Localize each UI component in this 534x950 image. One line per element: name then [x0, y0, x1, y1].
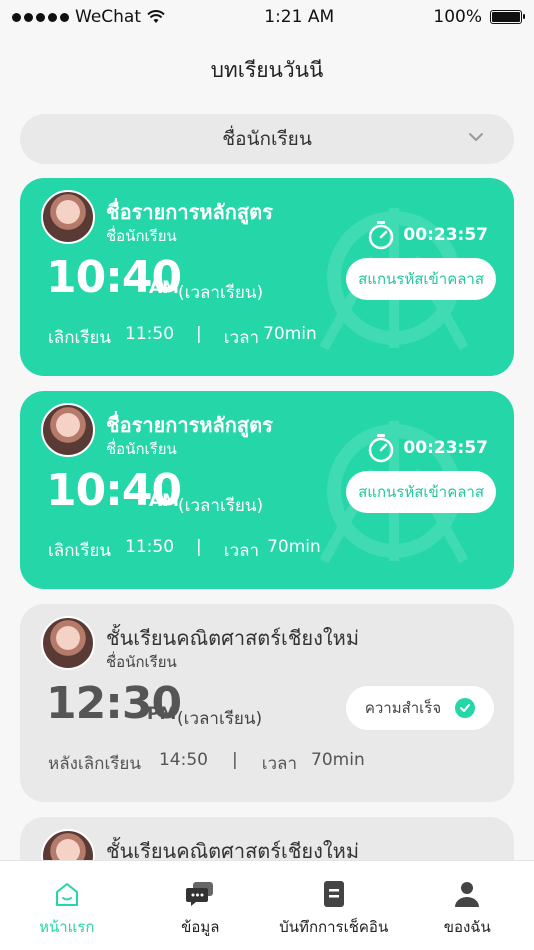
wifi-icon: [147, 10, 165, 23]
lesson-card[interactable]: ชื่อรายการหลักสูตร ชื่อนักเรียน 10:40 AM…: [20, 391, 514, 589]
end-label: เลิกเรียน: [48, 328, 112, 348]
duration-value: 70min: [311, 750, 365, 770]
tab-label: หน้าแรก: [39, 918, 95, 936]
countdown-value: 00:23:57: [403, 438, 488, 458]
student-name: ชื่อนักเรียน: [106, 440, 177, 458]
avatar: [41, 403, 95, 457]
time-label: (เวลาเรียน): [178, 283, 264, 303]
status-right: 100%: [433, 7, 525, 27]
duration-value: 70min: [263, 324, 317, 344]
battery-percent: 100%: [433, 7, 482, 27]
tab-home[interactable]: หน้าแรก: [0, 861, 134, 950]
user-icon: [455, 882, 480, 907]
stopwatch-icon: [369, 221, 394, 250]
countdown: 00:23:57: [367, 220, 488, 250]
lesson-footer: เลิกเรียน 11:50 | เวลา 70min: [48, 324, 317, 351]
tab-bar: หน้าแรก ข้อมูล บันทึกการเช็คอิน ของฉัน: [0, 860, 534, 950]
stopwatch-icon: [369, 434, 394, 463]
status-left: WeChat: [12, 7, 165, 27]
battery-icon: [490, 10, 525, 24]
page-title: บทเรียนวันนี: [210, 58, 324, 82]
avatar: [41, 190, 95, 244]
status-bar: WeChat 1:21 AM 100%: [0, 0, 534, 34]
separator: |: [196, 537, 202, 557]
completed-button[interactable]: ความสำเร็จ: [346, 686, 494, 730]
record-icon: [323, 881, 344, 907]
scan-checkin-button[interactable]: สแกนรหัสเข้าคลาส: [346, 258, 496, 300]
lesson-ampm: PM: [147, 704, 177, 724]
end-time: 11:50: [125, 537, 175, 557]
student-selector[interactable]: ชื่อนักเรียน: [20, 114, 514, 164]
lesson-footer: เลิกเรียน 11:50 | เวลา 70min: [48, 537, 321, 564]
tab-checkin-record[interactable]: บันทึกการเช็คอิน: [267, 861, 401, 950]
duration-value: 70min: [267, 537, 321, 557]
end-label: หลังเลิกเรียน: [48, 754, 141, 774]
tab-profile[interactable]: ของฉัน: [401, 861, 534, 950]
chat-icon: [186, 882, 214, 906]
status-time: 1:21 AM: [264, 7, 335, 27]
student-name: ชื่อนักเรียน: [106, 227, 177, 245]
time-label: (เวลาเรียน): [177, 709, 263, 729]
lesson-card[interactable]: ชั้นเรียนคณิตศาสตร์เชียงใหม่ ชื่อนักเรีย…: [20, 604, 514, 802]
tab-info[interactable]: ข้อมูล: [134, 861, 268, 950]
scan-checkin-button[interactable]: สแกนรหัสเข้าคลาส: [346, 471, 496, 513]
lesson-ampm: AM: [149, 491, 180, 511]
completed-label: ความสำเร็จ: [364, 699, 442, 717]
duration-label: เวลา: [223, 328, 260, 348]
countdown: 00:23:57: [367, 433, 488, 463]
end-time: 11:50: [125, 324, 175, 344]
end-time: 14:50: [158, 750, 208, 770]
tab-label: ข้อมูล: [181, 918, 220, 936]
lesson-card[interactable]: ชื่อรายการหลักสูตร ชื่อนักเรียน 10:40 AM…: [20, 178, 514, 376]
avatar: [41, 616, 95, 670]
lesson-ampm: AM: [149, 278, 180, 298]
separator: |: [231, 750, 238, 770]
chevron-down-icon: [469, 133, 483, 141]
tab-label: ของฉัน: [443, 918, 491, 936]
check-icon: [455, 698, 476, 718]
student-name: ชื่อนักเรียน: [106, 653, 177, 671]
student-selector-value: ชื่อนักเรียน: [222, 128, 312, 150]
time-label: (เวลาเรียน): [178, 496, 264, 516]
duration-label: เวลา: [223, 541, 260, 561]
end-label: เลิกเรียน: [48, 541, 112, 561]
countdown-value: 00:23:57: [403, 225, 488, 245]
signal-icon: [12, 12, 69, 22]
lesson-footer: หลังเลิกเรียน 14:50 | เวลา 70min: [48, 750, 365, 777]
tab-label: บันทึกการเช็คอิน: [279, 918, 389, 936]
home-icon: [55, 883, 78, 906]
duration-label: เวลา: [261, 754, 298, 774]
carrier-name: WeChat: [75, 7, 141, 27]
separator: |: [196, 324, 202, 344]
